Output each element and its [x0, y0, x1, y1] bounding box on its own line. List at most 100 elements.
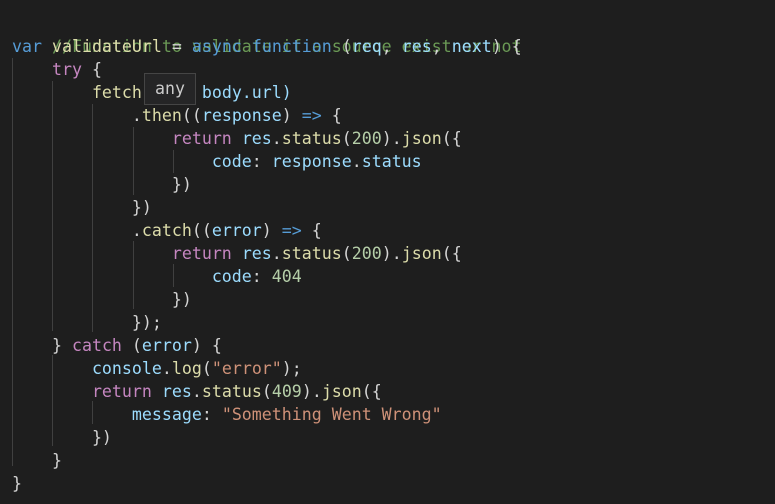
- method: log: [171, 359, 202, 378]
- code-line[interactable]: console.log("error");: [12, 358, 302, 381]
- code-line[interactable]: return res.status(409).json({: [12, 381, 382, 404]
- code-line[interactable]: message: "Something Went Wrong": [12, 404, 442, 427]
- punctuation: (: [201, 359, 212, 378]
- punctuation: (: [341, 129, 352, 148]
- punctuation: .: [391, 244, 402, 263]
- variable: res: [241, 244, 272, 263]
- number: 200: [351, 129, 382, 148]
- code-line[interactable]: }: [12, 473, 22, 496]
- function-call: fetch: [91, 83, 142, 102]
- punctuation: ((: [181, 106, 202, 125]
- property: code: [211, 152, 252, 171]
- method: json: [401, 129, 442, 148]
- punctuation: {: [91, 60, 102, 79]
- operator: =: [171, 37, 182, 56]
- variable: res: [161, 382, 192, 401]
- punctuation: :: [251, 152, 262, 171]
- punctuation: }): [171, 290, 192, 309]
- method: status: [201, 382, 262, 401]
- code-line[interactable]: return res.status(200).json({: [12, 243, 462, 266]
- property: message: [131, 405, 202, 424]
- punctuation: .: [271, 129, 282, 148]
- number: 200: [351, 244, 382, 263]
- method: json: [321, 382, 362, 401]
- code-line[interactable]: }): [12, 197, 152, 220]
- punctuation: ,: [431, 37, 442, 56]
- punctuation: .: [351, 152, 362, 171]
- keyword: catch: [71, 336, 122, 355]
- punctuation: ): [301, 382, 312, 401]
- keyword: return: [91, 382, 152, 401]
- arrow: =>: [301, 106, 322, 125]
- code-editor[interactable]: //Function to validate if a source exist…: [0, 0, 775, 504]
- punctuation: ({: [441, 244, 462, 263]
- punctuation: ): [381, 129, 392, 148]
- code-line[interactable]: //Function to validate if a source exist…: [12, 13, 522, 56]
- code-line[interactable]: }): [12, 174, 192, 197]
- method: status: [281, 129, 342, 148]
- code-line[interactable]: }): [12, 289, 192, 312]
- variable: response: [271, 152, 352, 171]
- string: "Something Went Wrong": [221, 405, 442, 424]
- parameter: error: [211, 221, 262, 240]
- punctuation: .: [131, 106, 142, 125]
- punctuation: ,: [381, 37, 392, 56]
- string: "error": [211, 359, 282, 378]
- punctuation: {: [311, 221, 322, 240]
- number: 404: [271, 267, 302, 286]
- function-name: validateUrl: [51, 37, 162, 56]
- variable: res: [241, 129, 272, 148]
- keyword: async: [191, 37, 242, 56]
- punctuation: ): [281, 106, 292, 125]
- punctuation: (: [341, 244, 352, 263]
- punctuation: .: [311, 382, 322, 401]
- code-line[interactable]: }): [12, 427, 112, 450]
- hover-tooltip: any: [144, 73, 196, 105]
- punctuation: (: [131, 336, 142, 355]
- parameter: req: [351, 37, 382, 56]
- punctuation: ): [381, 244, 392, 263]
- parameter: next: [451, 37, 492, 56]
- punctuation: .: [191, 382, 202, 401]
- punctuation: }): [171, 175, 192, 194]
- code-line[interactable]: }: [12, 450, 62, 473]
- method: status: [281, 244, 342, 263]
- punctuation: ) {: [191, 336, 222, 355]
- parameter: res: [401, 37, 432, 56]
- punctuation: }): [131, 198, 152, 217]
- code-line[interactable]: code: 404: [12, 266, 302, 289]
- arrow: =>: [281, 221, 302, 240]
- method: then: [141, 106, 182, 125]
- punctuation: .: [391, 129, 402, 148]
- punctuation: }: [51, 336, 62, 355]
- punctuation: });: [131, 313, 162, 332]
- code-line[interactable]: .then((response) => {: [12, 105, 342, 128]
- code-line[interactable]: .catch((error) => {: [12, 220, 322, 243]
- method: catch: [141, 221, 192, 240]
- parameter: error: [141, 336, 192, 355]
- code-line[interactable]: });: [12, 312, 162, 335]
- keyword: try: [51, 60, 82, 79]
- variable: console: [91, 359, 162, 378]
- method: json: [401, 244, 442, 263]
- code-line[interactable]: } catch (error) {: [12, 335, 222, 358]
- punctuation: (: [341, 37, 352, 56]
- punctuation: ({: [441, 129, 462, 148]
- property: status: [361, 152, 422, 171]
- punctuation: .: [131, 221, 142, 240]
- punctuation: :: [201, 405, 212, 424]
- punctuation: ) {: [491, 37, 522, 56]
- code-line[interactable]: var validateUrl = async function (req, r…: [12, 36, 522, 59]
- punctuation: .: [271, 244, 282, 263]
- punctuation: (: [261, 382, 272, 401]
- punctuation: :: [251, 267, 262, 286]
- keyword: function: [251, 37, 332, 56]
- parameter: response: [201, 106, 282, 125]
- code-line[interactable]: try {: [12, 59, 102, 82]
- punctuation: }): [91, 428, 112, 447]
- code-line[interactable]: code: response.status: [12, 151, 422, 174]
- punctuation: .: [161, 359, 172, 378]
- code-line[interactable]: return res.status(200).json({: [12, 128, 462, 151]
- punctuation: }: [51, 451, 62, 470]
- variable: body.url): [201, 83, 292, 102]
